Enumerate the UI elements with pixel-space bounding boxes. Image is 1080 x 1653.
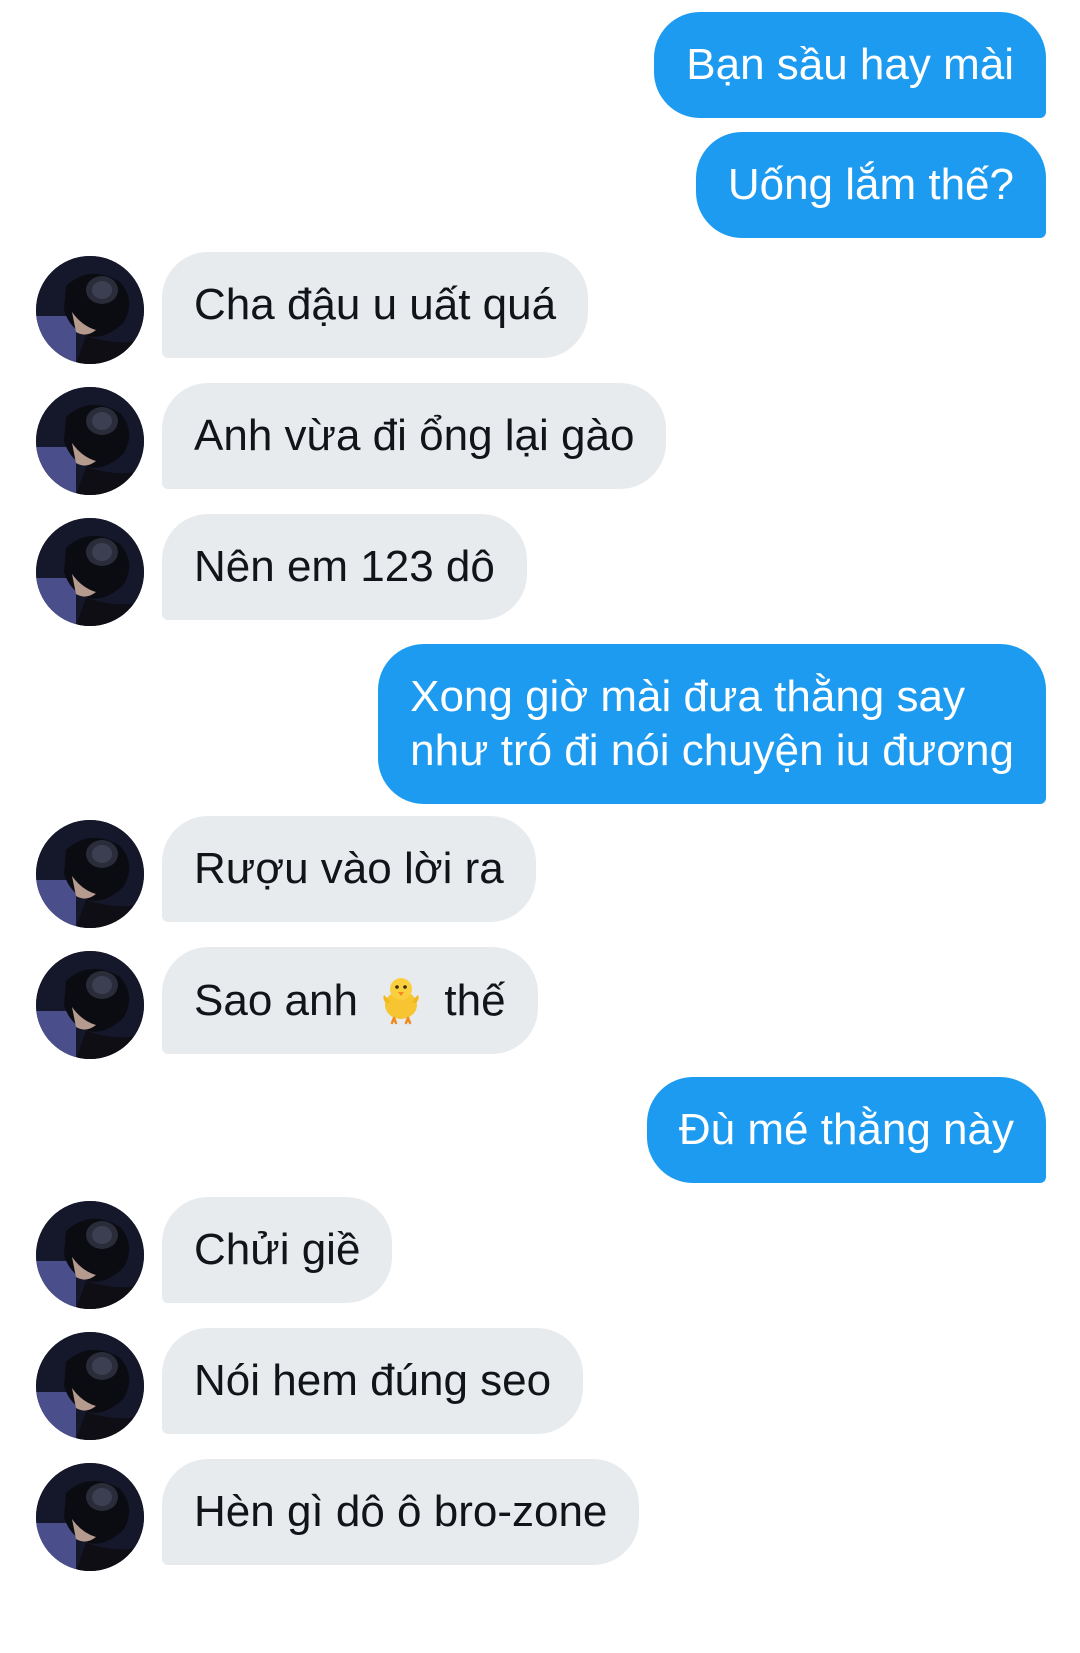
message-text: Cha đậu u uất quá (194, 280, 557, 329)
baby-chick-icon (383, 978, 419, 1025)
avatar-image (36, 256, 144, 364)
message-text: Bạn sầu hay mài (686, 40, 1014, 89)
avatar-image (36, 1463, 144, 1571)
incoming-message-bubble[interactable]: Chửi giề (162, 1197, 393, 1303)
message-text: Rượu vào lời ra (194, 844, 504, 893)
message-thread: Bạn sầu hay mài Uống lắm thế? Cha đậu u … (0, 0, 1080, 1653)
message-text: Đù mé thằng này (678, 1105, 1014, 1154)
message-text: Sao anh (194, 976, 358, 1025)
avatar-image (36, 1332, 144, 1440)
message-text: Anh vừa đi ổng lại gào (194, 411, 635, 460)
message-text: Chửi giề (194, 1225, 361, 1274)
avatar-image (36, 387, 144, 495)
incoming-message-bubble[interactable]: Nên em 123 dô (162, 514, 527, 620)
avatar[interactable] (36, 1332, 144, 1440)
avatar-image (36, 951, 144, 1059)
message-text: Nên em 123 dô (194, 542, 495, 591)
outgoing-message-bubble[interactable]: Uống lắm thế? (695, 132, 1046, 238)
message-text: Nói hem đúng seo (194, 1356, 552, 1405)
avatar-image (36, 820, 144, 928)
avatar[interactable] (36, 1463, 144, 1571)
message-text: thế (444, 976, 506, 1025)
avatar[interactable] (36, 820, 144, 928)
incoming-message-bubble[interactable]: Anh vừa đi ổng lại gào (162, 383, 667, 489)
message-text: Hèn gì dô ô bro-zone (194, 1487, 608, 1536)
incoming-message-bubble[interactable]: Rượu vào lời ra (162, 816, 536, 922)
incoming-message-bubble[interactable]: Sao anh thế (162, 947, 538, 1054)
outgoing-message-bubble[interactable]: Bạn sầu hay mài (654, 12, 1046, 118)
avatar[interactable] (36, 1201, 144, 1309)
message-text: Uống lắm thế? (727, 160, 1014, 209)
message-text-line: như tró đi nói chuyện iu đương (410, 726, 1014, 775)
incoming-message-bubble[interactable]: Cha đậu u uất quá (162, 252, 589, 358)
avatar[interactable] (36, 387, 144, 495)
outgoing-message-bubble[interactable]: Xong giờ mài đưa thằng say như tró đi nó… (378, 644, 1046, 804)
message-text-line: Xong giờ mài đưa thằng say (410, 672, 965, 721)
incoming-message-bubble[interactable]: Nói hem đúng seo (162, 1328, 584, 1434)
outgoing-message-bubble[interactable]: Đù mé thằng này (646, 1077, 1046, 1183)
avatar-image (36, 1201, 144, 1309)
avatar-image (36, 518, 144, 626)
avatar[interactable] (36, 256, 144, 364)
avatar[interactable] (36, 518, 144, 626)
incoming-message-bubble[interactable]: Hèn gì dô ô bro-zone (162, 1459, 640, 1565)
avatar[interactable] (36, 951, 144, 1059)
